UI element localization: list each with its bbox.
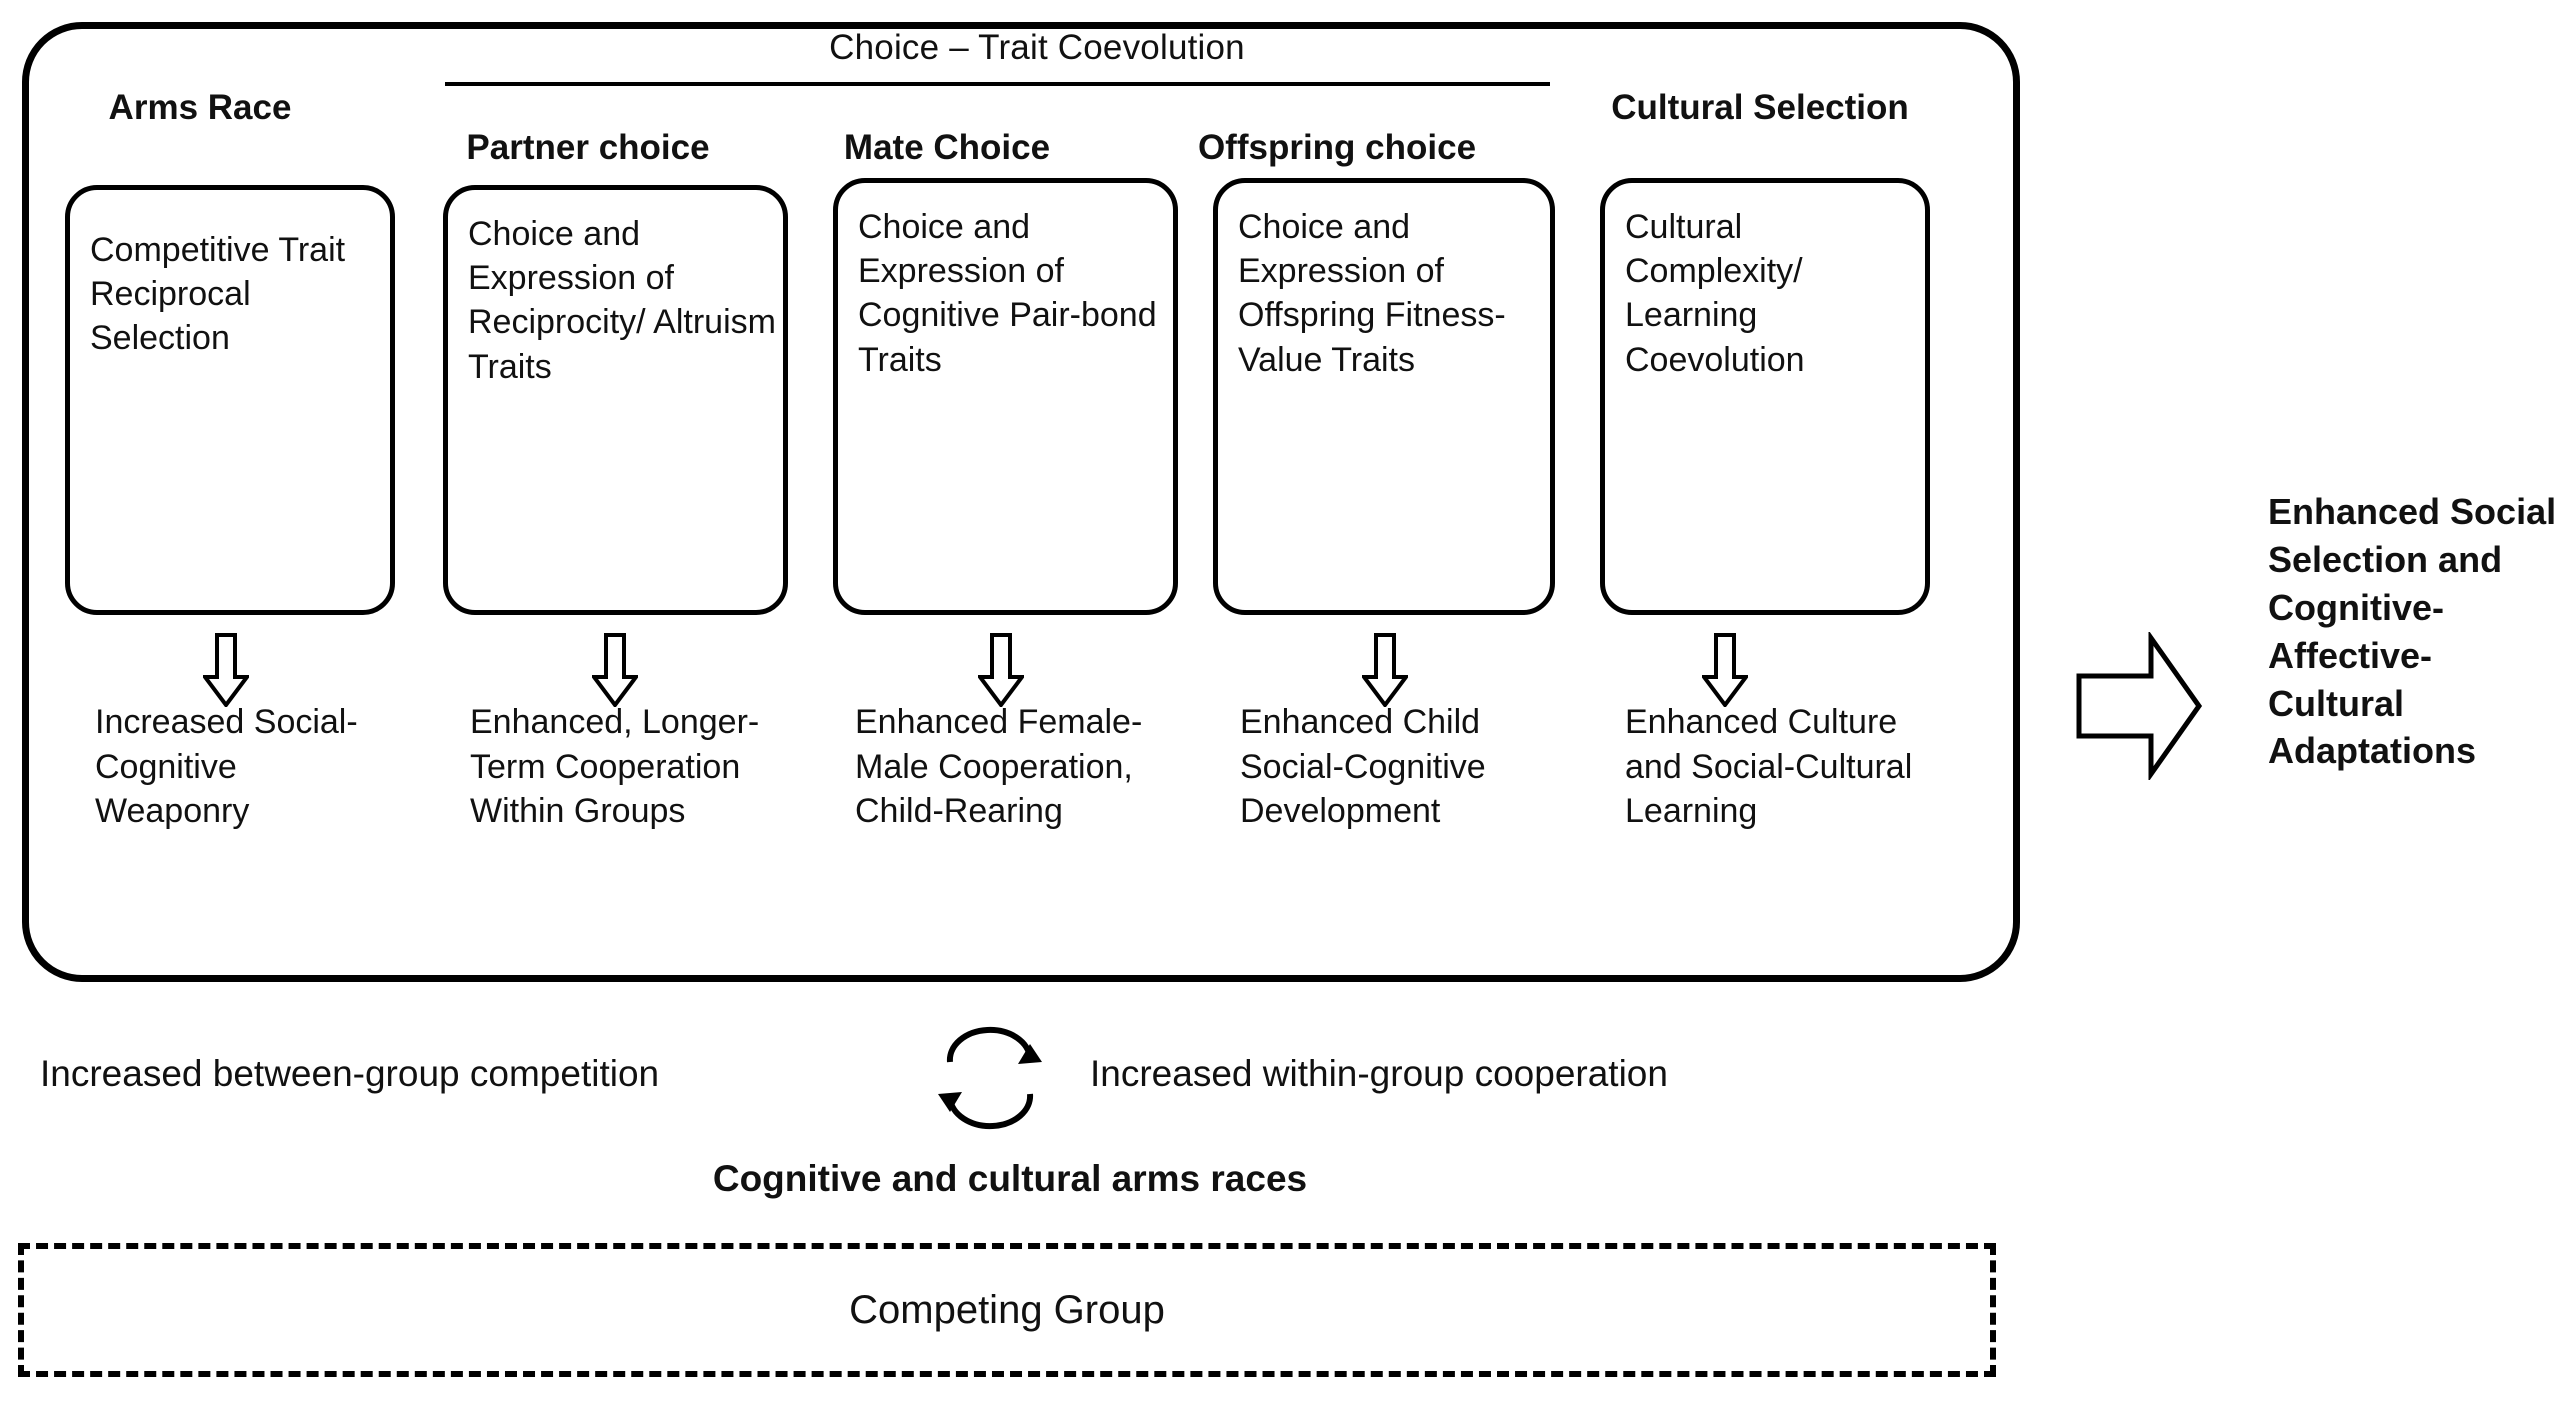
column-header-partner-choice: Partner choice <box>466 128 710 167</box>
trait-box-offspring-choice-text: Choice and Expression of Offspring Fitne… <box>1238 208 1506 379</box>
column-header-cultural-selection: Cultural Selection <box>1611 88 1909 127</box>
column-header-offspring-choice: Offspring choice <box>1197 128 1477 167</box>
coevolution-group-title: Choice – Trait Coevolution <box>829 28 1245 67</box>
cycle-left-label: Increased between-group competition <box>40 1053 660 1094</box>
down-arrow-offspring-choice <box>1362 633 1408 707</box>
trait-box-cultural-selection: Cultural Complexity/ Learning Coevolutio… <box>1600 178 1930 615</box>
right-arrow-icon <box>2076 632 2203 780</box>
result-text: Enhanced Social Selection and Cognitive-… <box>2268 491 2557 772</box>
trait-box-mate-choice: Choice and Expression of Cognitive Pair-… <box>833 178 1178 615</box>
trait-box-mate-choice-text: Choice and Expression of Cognitive Pair-… <box>858 208 1157 379</box>
cycle-arrows-icon <box>938 1026 1042 1130</box>
arms-races-label: Cognitive and cultural arms races <box>712 1158 1308 1199</box>
column-header-arms-race: Arms Race <box>108 88 292 127</box>
down-arrow-cultural-selection <box>1702 633 1748 707</box>
trait-box-offspring-choice: Choice and Expression of Offspring Fitne… <box>1213 178 1555 615</box>
outcome-cultural-selection: Enhanced Culture and Social-Cultural Lea… <box>1625 703 1913 831</box>
column-header-mate-choice: Mate Choice <box>843 128 1051 167</box>
trait-box-partner-choice-text: Choice and Expression of Reciprocity/ Al… <box>468 215 776 386</box>
trait-box-arms-race-text: Competitive Trait Reciprocal Selection <box>90 231 346 358</box>
trait-box-arms-race: Competitive Trait Reciprocal Selection <box>65 185 395 615</box>
down-arrow-partner-choice <box>592 633 638 707</box>
outcome-partner-choice: Enhanced, Longer-Term Cooperation Within… <box>470 703 760 831</box>
outcome-arms-race: Increased Social-Cognitive Weaponry <box>95 703 358 831</box>
competing-group-label: Competing Group <box>849 1287 1165 1332</box>
outcome-mate-choice: Enhanced Female-Male Cooperation, Child-… <box>855 703 1143 831</box>
coevolution-group-rule <box>445 82 1550 86</box>
down-arrow-mate-choice <box>978 633 1024 707</box>
trait-box-partner-choice: Choice and Expression of Reciprocity/ Al… <box>443 185 788 615</box>
outcome-offspring-choice: Enhanced Child Social-Cognitive Developm… <box>1240 703 1486 831</box>
cycle-right-label: Increased within-group cooperation <box>1090 1053 1668 1094</box>
competing-group-box: Competing Group <box>18 1243 1996 1377</box>
trait-box-cultural-selection-text: Cultural Complexity/ Learning Coevolutio… <box>1625 208 1805 379</box>
down-arrow-arms-race <box>203 633 249 707</box>
